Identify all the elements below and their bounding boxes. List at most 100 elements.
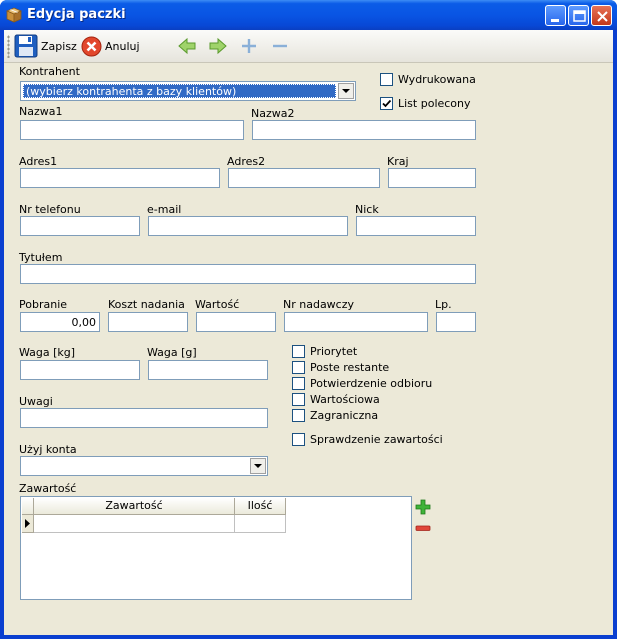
kraj-field[interactable] <box>389 169 475 187</box>
list-polecony-checkbox[interactable]: List polecony <box>380 97 471 110</box>
nazwa1-field[interactable] <box>21 121 243 139</box>
contents-grid[interactable]: Zawartość Ilość <box>20 496 412 600</box>
waga-g-input[interactable] <box>148 360 268 380</box>
priorytet-box[interactable] <box>292 345 305 358</box>
option-zagraniczna[interactable]: Zagraniczna <box>292 409 378 422</box>
potwierdzenie-label: Potwierdzenie odbioru <box>310 377 433 390</box>
maximize-button[interactable] <box>568 5 589 26</box>
list-polecony-box[interactable] <box>380 97 393 110</box>
adres2-input[interactable] <box>228 168 380 188</box>
table-row-cell-zawartosc[interactable] <box>34 515 235 533</box>
nazwa2-input[interactable] <box>252 120 476 140</box>
option-priorytet[interactable]: Priorytet <box>292 345 357 358</box>
adres2-field[interactable] <box>229 169 379 187</box>
chevron-down-icon <box>254 464 262 468</box>
wydrukowana-checkbox[interactable]: Wydrukowana <box>380 73 476 86</box>
row-pointer-icon <box>25 519 30 528</box>
waga-g-field[interactable] <box>149 361 267 379</box>
next-button[interactable] <box>208 34 228 58</box>
option-wartosciowa[interactable]: Wartościowa <box>292 393 380 406</box>
row-header-corner <box>22 498 34 515</box>
pobranie-field[interactable] <box>21 313 99 331</box>
adres1-field[interactable] <box>21 169 219 187</box>
nazwa1-input[interactable] <box>20 120 244 140</box>
delete-record-button[interactable] <box>272 34 288 58</box>
row-indicator[interactable] <box>22 515 34 533</box>
nazwa2-field[interactable] <box>253 121 475 139</box>
plus-icon <box>242 39 256 53</box>
maximize-icon <box>573 10 586 22</box>
column-header-ilosc[interactable]: Ilość <box>235 498 286 515</box>
nick-input[interactable] <box>356 216 476 236</box>
cancel-icon <box>81 36 102 56</box>
uwagi-label: Uwagi <box>19 395 53 408</box>
column-header-zawartosc[interactable]: Zawartość <box>34 498 235 515</box>
potwierdzenie-box[interactable] <box>292 377 305 390</box>
remove-content-button[interactable] <box>415 523 431 533</box>
red-minus-icon <box>415 525 431 531</box>
email-input[interactable] <box>148 216 348 236</box>
nr-nadawczy-field[interactable] <box>285 313 427 331</box>
koszt-input[interactable] <box>108 312 188 332</box>
option-sprawdzenie-zawartosci[interactable]: Sprawdzenie zawartości <box>292 433 443 446</box>
nick-field[interactable] <box>357 217 475 235</box>
tytulem-input[interactable] <box>20 264 476 284</box>
edit-package-window: Edycja paczki Zapisz Anuluj Kontrahent (… <box>0 0 617 639</box>
adres1-input[interactable] <box>20 168 220 188</box>
kraj-input[interactable] <box>388 168 476 188</box>
list-polecony-label: List polecony <box>398 97 471 110</box>
add-content-button[interactable] <box>415 499 431 515</box>
sprawdzenie-box[interactable] <box>292 433 305 446</box>
koszt-field[interactable] <box>109 313 187 331</box>
wartosciowa-box[interactable] <box>292 393 305 406</box>
kontrahent-selected-value: (wybierz kontrahenta z bazy klientów) <box>23 84 336 98</box>
pobranie-input[interactable] <box>20 312 100 332</box>
telefon-label: Nr telefonu <box>19 203 81 216</box>
poste-restante-label: Poste restante <box>310 361 390 374</box>
wartosciowa-label: Wartościowa <box>310 393 380 406</box>
kontrahent-select[interactable]: (wybierz kontrahenta z bazy klientów) <box>20 81 356 101</box>
lp-label: Lp. <box>435 298 452 311</box>
table-row-cell-ilosc[interactable] <box>235 515 286 533</box>
waga-g-label: Waga [g] <box>147 346 197 359</box>
poste-restante-box[interactable] <box>292 361 305 374</box>
priorytet-label: Priorytet <box>310 345 358 358</box>
kontrahent-label: Kontrahent <box>19 65 80 78</box>
package-icon <box>6 7 22 23</box>
waga-kg-field[interactable] <box>21 361 139 379</box>
wartosc-field[interactable] <box>197 313 275 331</box>
sprawdzenie-label: Sprawdzenie zawartości <box>310 433 443 446</box>
minus-icon <box>273 44 287 48</box>
zagraniczna-box[interactable] <box>292 409 305 422</box>
telefon-field[interactable] <box>21 217 139 235</box>
add-record-button[interactable] <box>241 34 257 58</box>
floppy-disk-icon <box>14 34 38 58</box>
title-bar[interactable]: Edycja paczki <box>0 0 617 30</box>
option-potwierdzenie-odbioru[interactable]: Potwierdzenie odbioru <box>292 377 432 390</box>
uzyj-konta-select[interactable] <box>20 456 268 476</box>
previous-button[interactable] <box>177 34 197 58</box>
nr-nadawczy-input[interactable] <box>284 312 428 332</box>
close-button[interactable] <box>591 5 612 26</box>
waga-kg-label: Waga [kg] <box>19 346 76 359</box>
uzyj-konta-dropdown-arrow[interactable] <box>250 458 266 474</box>
toolbar-grip[interactable] <box>7 35 10 58</box>
waga-kg-input[interactable] <box>20 360 140 380</box>
wydrukowana-box[interactable] <box>380 73 393 86</box>
email-field[interactable] <box>149 217 347 235</box>
chevron-down-icon <box>342 89 350 93</box>
wartosc-input[interactable] <box>196 312 276 332</box>
uwagi-field[interactable] <box>21 409 267 427</box>
save-label: Zapisz <box>41 39 77 53</box>
nazwa2-label: Nazwa2 <box>251 107 295 120</box>
tytulem-field[interactable] <box>21 265 475 283</box>
option-poste-restante[interactable]: Poste restante <box>292 361 389 374</box>
uwagi-input[interactable] <box>20 408 268 428</box>
cancel-button[interactable]: Anuluj <box>81 34 140 58</box>
lp-field[interactable] <box>437 313 475 331</box>
telefon-input[interactable] <box>20 216 140 236</box>
save-button[interactable]: Zapisz <box>14 34 77 58</box>
minimize-button[interactable] <box>545 5 566 26</box>
lp-input[interactable] <box>436 312 476 332</box>
dropdown-arrow[interactable] <box>338 83 354 99</box>
